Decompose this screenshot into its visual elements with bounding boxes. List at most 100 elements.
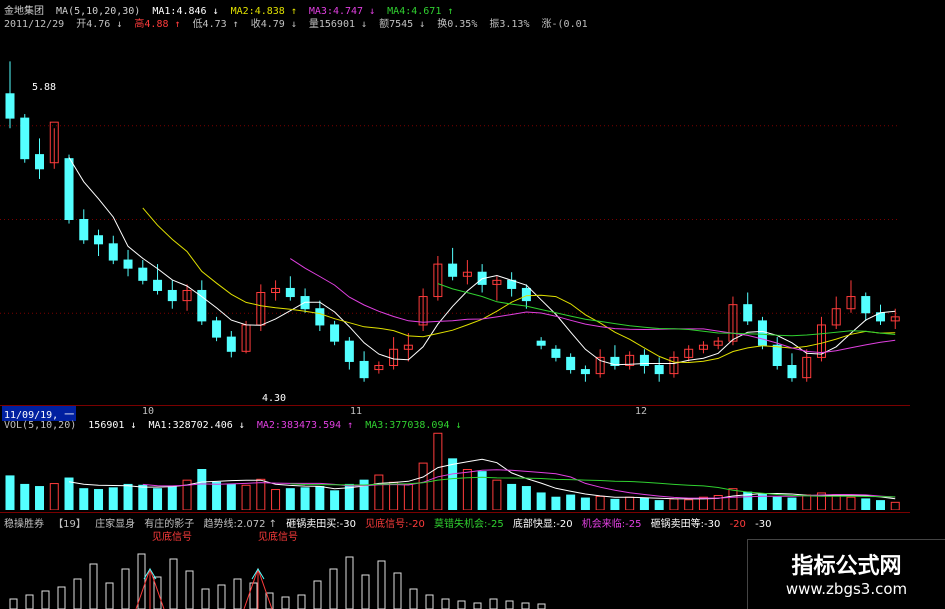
volume-bar — [448, 458, 458, 510]
volume-bar — [831, 494, 841, 510]
candle-body — [167, 289, 177, 302]
volume-bar — [566, 494, 576, 510]
candle-body — [551, 348, 561, 358]
indicator-bar — [169, 558, 178, 609]
bar-low: 低4.73 ↑ — [192, 19, 239, 30]
volume-bar — [315, 486, 325, 510]
volume-bar — [256, 478, 266, 510]
candle-body — [123, 259, 133, 269]
month-10-label: 10 — [142, 406, 155, 417]
volume-bar — [521, 486, 531, 510]
candle-body — [153, 279, 163, 291]
volume-bar — [123, 483, 133, 510]
volume-bar — [684, 499, 694, 510]
indicator-bar — [313, 580, 322, 609]
volume-bar — [728, 488, 738, 510]
volume-bar — [507, 483, 517, 510]
volume-bar — [580, 497, 590, 510]
ma20-line — [290, 258, 896, 354]
candle-body — [344, 340, 354, 362]
bar-change: 涨-(0.01 — [541, 19, 588, 30]
volume-bar — [197, 469, 207, 510]
volume-bar — [846, 496, 856, 510]
indicator-bar — [57, 586, 66, 609]
watermark-title: 指标公式网 — [791, 554, 902, 579]
volume-bar — [64, 477, 74, 510]
candle-body — [64, 158, 74, 220]
volume-bar — [492, 479, 502, 510]
volume-bar — [595, 495, 605, 510]
volume-bar — [551, 496, 561, 510]
ma5-line — [68, 157, 896, 366]
volume-bar — [669, 498, 679, 510]
indicator-bar — [505, 600, 514, 609]
volume-bar — [330, 490, 340, 510]
volume-bar — [241, 484, 251, 510]
volume-bar — [875, 500, 885, 510]
volume-bar — [153, 488, 163, 510]
volume-bar — [772, 496, 782, 510]
indicator-bar — [73, 578, 82, 609]
volume-bar — [802, 494, 812, 510]
volume-bar — [94, 489, 104, 510]
candle-body — [654, 365, 664, 375]
volume-bar — [108, 487, 118, 510]
indicator-bar — [185, 570, 194, 609]
volume-bar — [167, 486, 177, 510]
signal-label-1: 见底信号 — [152, 532, 192, 543]
indicator-bar — [377, 560, 386, 609]
candle-body — [580, 369, 590, 375]
volume-bar — [35, 486, 45, 510]
indicator-bar — [329, 568, 338, 609]
bar-date: 2011/12/29 — [4, 19, 65, 30]
indicator-bar — [281, 596, 290, 609]
volume-bar — [49, 483, 59, 510]
volume-bar — [374, 474, 384, 510]
month-12-label: 12 — [635, 406, 648, 417]
price-high-label: 5.88 — [32, 82, 57, 93]
candle-body — [315, 308, 325, 326]
price-chart[interactable] — [0, 32, 910, 407]
indicator-bar — [9, 598, 18, 609]
volume-bar — [389, 481, 399, 510]
indicator-bar — [89, 563, 98, 609]
candle-body — [861, 296, 871, 314]
cursor-date: 11/09/19, 一 — [2, 406, 77, 421]
volume-chart[interactable] — [0, 425, 910, 510]
header-row-2: 2011/12/29 开4.76 ↓ 高4.88 ↑ 低4.73 ↑ 收4.79… — [4, 15, 594, 30]
indicator-bar — [25, 594, 34, 609]
price-low-label: 4.30 — [262, 393, 287, 404]
candle-body — [94, 235, 104, 245]
candle-body — [212, 320, 222, 338]
watermark-badge: 指标公式网 www.zbgs3.com — [747, 539, 945, 609]
candle-body — [108, 243, 118, 261]
volume-bar — [403, 483, 413, 510]
volume-bar — [138, 484, 148, 510]
candle-body — [285, 287, 295, 298]
candle-body — [743, 304, 753, 322]
volume-bar — [300, 487, 310, 510]
bar-amplitude: 振3.13% — [489, 19, 530, 30]
volume-bar — [536, 492, 546, 510]
indicator-bar — [249, 582, 258, 609]
bar-volume: 量156901 ↓ — [308, 19, 368, 30]
candle-body — [226, 336, 236, 352]
indicator-bar — [345, 556, 354, 609]
candle-body — [79, 219, 89, 241]
month-11-label: 11 — [350, 406, 363, 417]
indicator-divider — [0, 512, 910, 513]
indicator-bar — [233, 578, 242, 609]
volume-bar — [610, 498, 620, 510]
candle-body — [35, 154, 45, 170]
indicator-chart[interactable] — [0, 528, 748, 609]
candle-body — [5, 93, 15, 119]
candle-body — [566, 356, 576, 371]
indicator-bar — [537, 603, 546, 609]
bar-close: 收4.79 ↓ — [250, 19, 297, 30]
volume-bar — [20, 483, 30, 510]
indicator-bar — [441, 598, 450, 609]
watermark-url: www.zbgs3.com — [785, 580, 908, 598]
signal-label-2: 见底信号 — [258, 532, 298, 543]
bar-amount: 额7545 ↓ — [379, 19, 426, 30]
volume-bar — [285, 488, 295, 510]
